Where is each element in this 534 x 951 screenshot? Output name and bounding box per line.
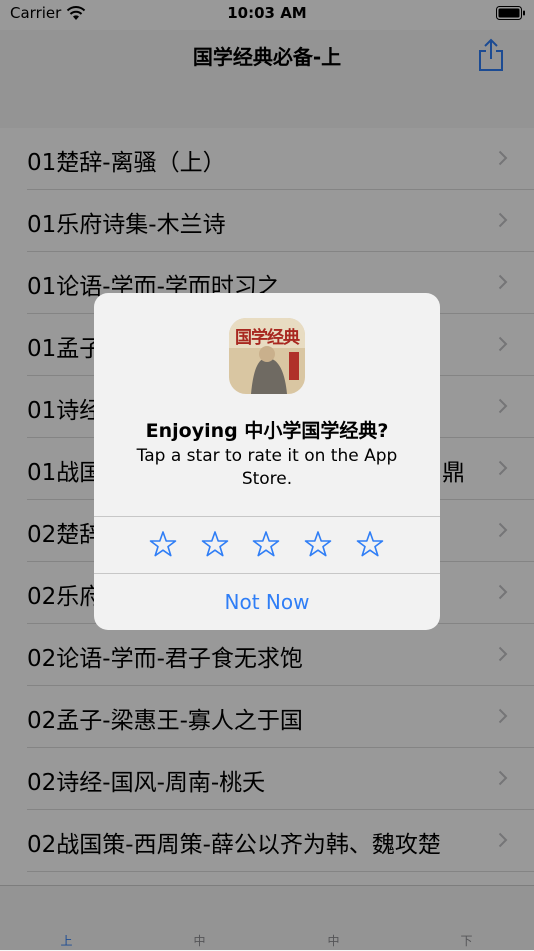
alert-message: Tap a star to rate it on the App Store. bbox=[136, 446, 398, 489]
app-icon-title: 国学经典 bbox=[235, 328, 300, 348]
star-1-icon[interactable] bbox=[145, 527, 181, 563]
star-5-icon[interactable] bbox=[352, 527, 388, 563]
alert-title: Enjoying 中小学国学经典? bbox=[145, 420, 389, 442]
app-icon: 国学经典 bbox=[229, 318, 305, 394]
star-4-icon[interactable] bbox=[300, 527, 336, 563]
rating-alert: 国学经典 Enjoying 中小学国学经典? Tap a star to rat… bbox=[94, 293, 440, 630]
star-3-icon[interactable] bbox=[248, 527, 284, 563]
star-2-icon[interactable] bbox=[197, 527, 233, 563]
not-now-button[interactable]: Not Now bbox=[94, 574, 440, 630]
star-rating bbox=[94, 517, 440, 573]
